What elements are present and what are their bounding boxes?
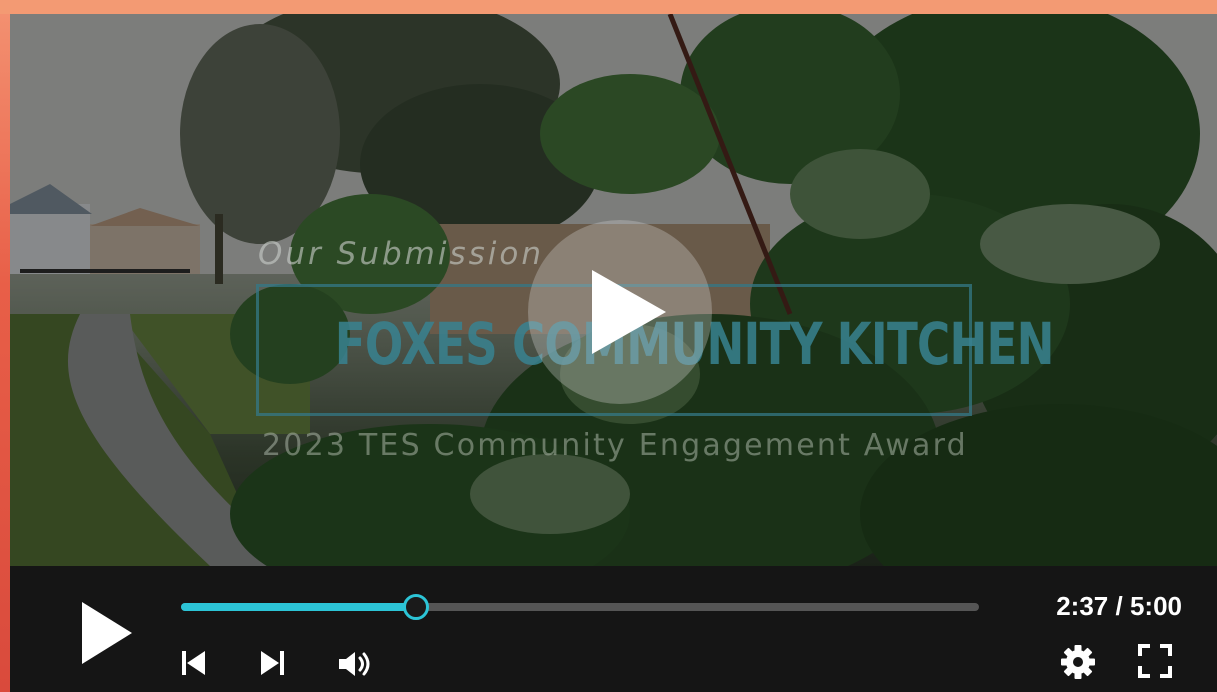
duration: 5:00 <box>1129 591 1182 621</box>
settings-button[interactable] <box>1060 644 1096 680</box>
skip-previous-icon <box>182 651 205 675</box>
page-background-left <box>0 14 10 692</box>
seek-handle[interactable] <box>403 594 430 620</box>
next-button[interactable] <box>259 650 285 676</box>
time-display: 2:37 / 5:00 <box>1056 591 1182 622</box>
gear-icon <box>1061 645 1095 679</box>
time-separator: / <box>1115 591 1123 621</box>
volume-button[interactable] <box>338 650 374 678</box>
play-button[interactable] <box>76 600 136 666</box>
page-background-top <box>0 0 1217 14</box>
fullscreen-icon <box>1138 644 1172 678</box>
overlay-award-text: 2023 TES Community Engagement Award <box>262 428 968 463</box>
video-frame[interactable]: Our Submission FOXES COMMUNITY KITCHEN 2… <box>10 14 1217 566</box>
big-play-button[interactable] <box>528 220 712 404</box>
seek-bar[interactable] <box>181 594 979 620</box>
control-bar: 2:37 / 5:00 <box>10 566 1217 692</box>
seek-bar-played <box>181 603 417 611</box>
fullscreen-button[interactable] <box>1138 644 1172 678</box>
volume-icon <box>339 652 370 676</box>
video-player[interactable]: Our Submission FOXES COMMUNITY KITCHEN 2… <box>10 14 1217 692</box>
play-icon <box>592 270 666 354</box>
overlay-subtitle: Our Submission <box>258 236 544 272</box>
skip-next-icon <box>261 651 284 675</box>
play-icon <box>82 602 132 664</box>
current-time: 2:37 <box>1056 591 1109 621</box>
previous-button[interactable] <box>181 650 207 676</box>
